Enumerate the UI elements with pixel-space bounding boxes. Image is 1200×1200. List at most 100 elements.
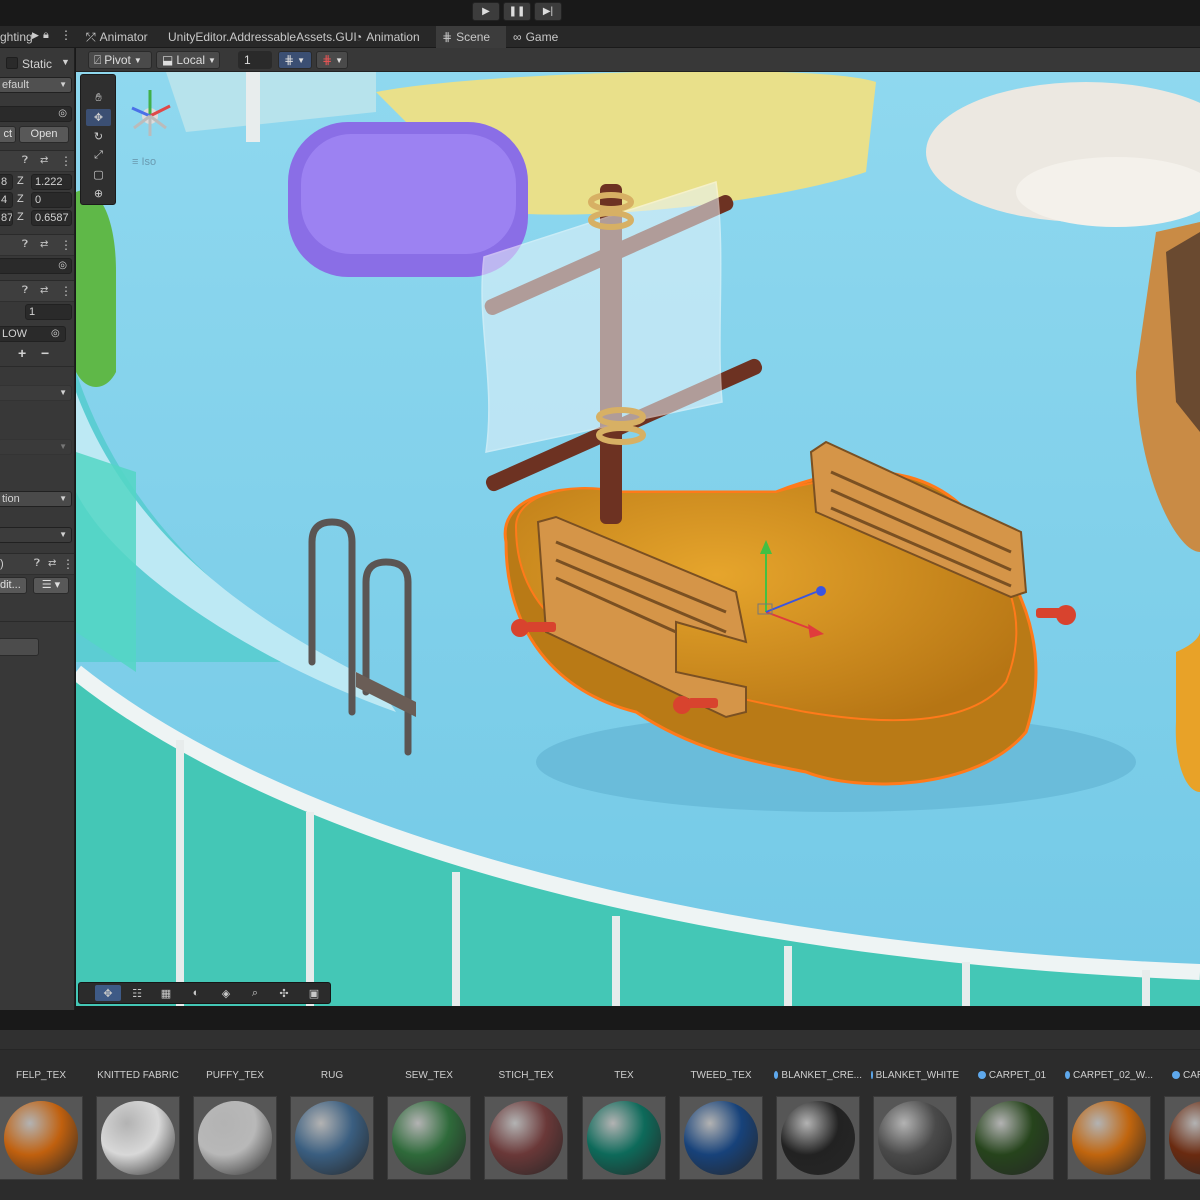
dropdown-field[interactable]: ▼ (0, 385, 72, 401)
asset-carpet-01[interactable]: CARPET_01 (968, 1066, 1056, 1180)
layer-dropdown[interactable]: efault ▼ (0, 77, 72, 93)
material-sphere (1169, 1101, 1200, 1175)
divider (0, 366, 74, 367)
transform-z-field-1[interactable]: 1.222 (31, 174, 72, 190)
shading-icon[interactable]: ◐ (183, 985, 209, 1001)
help-icon[interactable]: ❓︎ (22, 155, 28, 166)
asset-tex[interactable]: TEX (580, 1066, 668, 1180)
asset-knitted-fabric[interactable]: KNITTED FABRIC (94, 1066, 182, 1180)
help-icon[interactable]: ❓︎ (34, 558, 40, 569)
component-header[interactable]: ❓︎ ⇄ ⋮ (0, 280, 74, 302)
step-button[interactable]: ▶| (534, 2, 562, 21)
target-icon[interactable]: ◎ (58, 107, 67, 121)
transform-z-field-3[interactable]: 0.6587 (31, 210, 72, 226)
asset-tweed-tex[interactable]: TWEED_TEX (677, 1066, 765, 1180)
transform-z-field-2[interactable]: 0 (31, 192, 72, 208)
tab-animation[interactable]: ◔ Animation (349, 26, 426, 48)
z-axis-label: Z (17, 211, 24, 223)
layers-icon[interactable]: ◈ (213, 985, 239, 1001)
orientation-gizmo[interactable] (120, 80, 184, 144)
rect-tool-icon[interactable]: ▢ (86, 166, 111, 183)
add-button[interactable]: + (18, 345, 26, 361)
tab-animator[interactable]: ⤱ Animator (80, 26, 154, 48)
rotate-tool-icon[interactable]: ↻ (86, 128, 111, 145)
asset-rug[interactable]: RUG (288, 1066, 376, 1180)
preset-icon[interactable]: ⇄ (48, 558, 56, 569)
asset-blanket-white[interactable]: BLANKET_WHITE (871, 1066, 959, 1180)
transform-tool-icon[interactable]: ⊕ (86, 185, 111, 202)
local-cube-icon: ⬓ (162, 53, 174, 67)
grid-visibility-toggle[interactable]: ⋕ ▼ (316, 51, 348, 69)
object-field[interactable]: ◎ (0, 106, 72, 122)
preset-icon[interactable]: ⇄ (40, 285, 48, 296)
list-dropdown[interactable]: ☰ ▾ (33, 577, 69, 594)
hand-tool-icon[interactable]: ✋︎ (86, 90, 111, 107)
pivot-dropdown[interactable]: ⍁ Pivot ▼ (88, 51, 152, 69)
kebab-menu-icon[interactable]: ⋮ (60, 238, 72, 252)
static-checkbox[interactable] (6, 57, 18, 69)
asset-stich-tex[interactable]: STICH_TEX (482, 1066, 570, 1180)
tab-game[interactable]: ∞ Game (507, 26, 564, 48)
zoom-icon[interactable]: ⌕ (242, 985, 268, 1001)
kebab-menu-icon[interactable]: ⋮ (60, 28, 72, 42)
target-icon[interactable]: ◎ (58, 259, 67, 273)
scale-tool-icon[interactable]: ⤢ (86, 147, 111, 164)
target-icon[interactable]: ◎ (51, 328, 60, 339)
grid-snap-toggle[interactable]: ⋕ ▼ (278, 51, 312, 69)
asset-puffy-tex[interactable]: PUFFY_TEX (191, 1066, 279, 1180)
static-label: Static (22, 57, 53, 71)
grid-and-snap-icon[interactable]: ▦ (153, 985, 179, 1001)
kebab-menu-icon[interactable]: ⋮ (62, 557, 74, 571)
add-component-button[interactable] (0, 638, 39, 656)
play-button[interactable]: ▶ (472, 2, 500, 21)
asset-carpet-partial[interactable]: CAR (1162, 1066, 1200, 1180)
material-sphere (4, 1101, 78, 1175)
z-axis-label: Z (17, 175, 24, 187)
list-icon: ☰ ▾ (41, 579, 61, 591)
tab-scene[interactable]: ⋕ Scene (436, 26, 506, 48)
help-icon[interactable]: ❓︎ (22, 285, 28, 296)
transform-x-field-1[interactable]: 8 (0, 174, 13, 190)
iso-label[interactable]: ≡ Iso (132, 156, 156, 168)
component-header[interactable]: ❓︎ ⇄ ⋮ (0, 234, 74, 256)
asset-sew-tex[interactable]: SEW_TEX (385, 1066, 473, 1180)
lock-icon[interactable]: 🔒︎ (43, 29, 49, 42)
move-tool-icon[interactable]: ✥ (86, 109, 111, 126)
edit-button[interactable]: dit... (0, 577, 27, 594)
transform-x-field-2[interactable]: 4 (0, 192, 13, 208)
asset-blanket-cream[interactable]: BLANKET_CRE... (774, 1066, 862, 1180)
preset-icon[interactable]: ⇄ (40, 239, 48, 250)
component-header[interactable]: ) ❓︎ ⇄ ⋮ (0, 553, 74, 575)
tab-dropdown-icon[interactable]: ▶ (32, 30, 39, 41)
tool-settings-icon[interactable]: ☷ (124, 985, 150, 1001)
transform-x-field-3[interactable]: 87 (0, 210, 13, 226)
dropdown-field[interactable]: ▼ (0, 527, 72, 543)
scene-render (76, 72, 1200, 1006)
snap-increment-field[interactable]: 1 (238, 51, 272, 69)
tion-dropdown[interactable]: tion ▼ (0, 491, 72, 507)
preset-icon[interactable]: ⇄ (40, 155, 48, 166)
help-icon[interactable]: ❓︎ (22, 239, 28, 250)
scene-viewport[interactable]: ≡ Iso (76, 72, 1200, 1006)
camera-icon[interactable]: ▣ (301, 985, 327, 1001)
select-button[interactable]: ct (0, 126, 16, 143)
pan-icon[interactable]: ✣ (271, 985, 297, 1001)
prefab-icon (871, 1071, 873, 1079)
reference-field[interactable]: ◎ (0, 258, 72, 274)
asset-felp-tex[interactable]: FELP_TEX (0, 1066, 85, 1180)
move-icon[interactable]: ✥ (95, 985, 121, 1001)
material-sphere (684, 1101, 758, 1175)
kebab-menu-icon[interactable]: ⋮ (60, 154, 72, 168)
asset-carpet-02[interactable]: CARPET_02_W... (1065, 1066, 1153, 1180)
local-dropdown[interactable]: ⬓ Local ▼ (156, 51, 220, 69)
pause-button[interactable]: ❚❚ (503, 2, 531, 21)
chevron-down-icon[interactable]: ▼ (61, 57, 70, 67)
transform-header[interactable]: ❓︎ ⇄ ⋮ (0, 150, 74, 172)
tab-addressables[interactable]: UnityEditor.AddressableAssets.GUI (162, 26, 363, 48)
dropdown-field[interactable]: ▼ (0, 439, 72, 455)
open-button[interactable]: Open (19, 126, 69, 143)
kebab-menu-icon[interactable]: ⋮ (60, 284, 72, 298)
divider (0, 621, 74, 622)
remove-button[interactable]: − (41, 345, 49, 361)
count-field[interactable]: 1 (25, 304, 72, 320)
